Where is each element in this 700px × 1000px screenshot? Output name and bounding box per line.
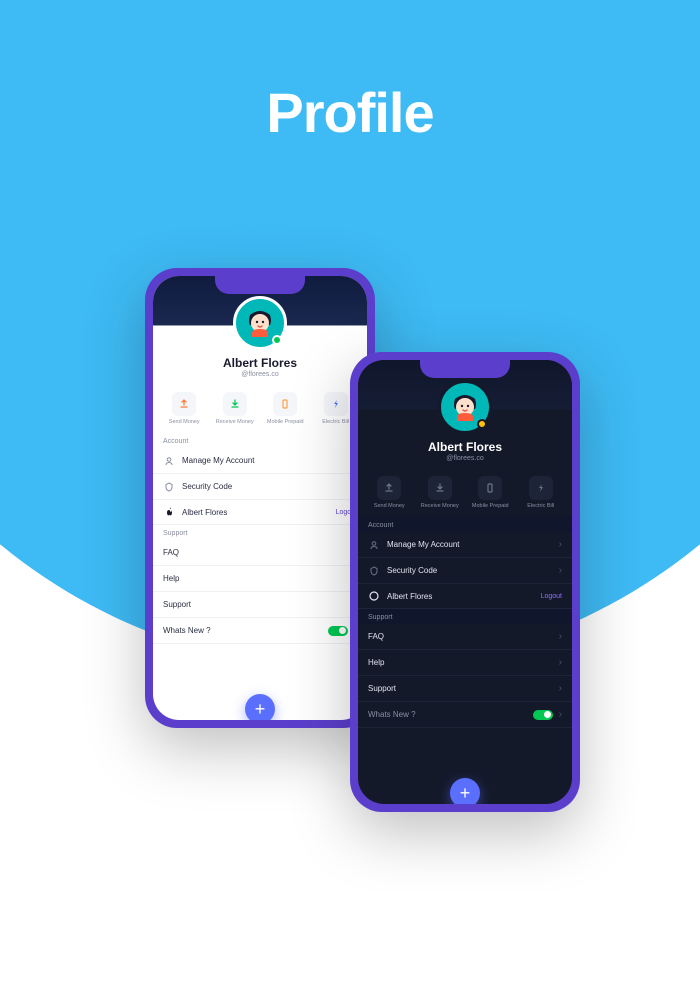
phone-notch: [215, 276, 305, 294]
user-name: Albert Flores: [358, 440, 572, 454]
avatar[interactable]: [233, 296, 287, 350]
electric-bill-button[interactable]: Electric Bill: [516, 476, 567, 509]
quick-actions: Send Money Receive Money Mobile Prepaid …: [153, 386, 367, 433]
page-title: Profile: [0, 80, 700, 145]
chevron-right-icon: ›: [559, 539, 562, 550]
support-row[interactable]: Support›: [153, 592, 367, 618]
section-account: Account: [153, 433, 367, 448]
download-icon: [434, 482, 446, 494]
avatar[interactable]: [438, 380, 492, 434]
upload-icon: [383, 482, 395, 494]
chevron-right-icon: ›: [559, 565, 562, 576]
upload-icon: [178, 398, 190, 410]
user-name: Albert Flores: [153, 356, 367, 370]
section-account: Account: [358, 517, 572, 532]
phone-notch: [420, 360, 510, 378]
chevron-right-icon: ›: [559, 709, 562, 720]
shield-icon: [368, 566, 380, 576]
apple-icon: [368, 591, 380, 601]
fab-add-button[interactable]: +: [245, 694, 275, 720]
apple-icon: [163, 507, 175, 517]
phone-mockup-light: Albert Flores @florees.co Send Money Rec…: [145, 268, 375, 728]
manage-account-row[interactable]: Manage My Account›: [153, 448, 367, 474]
fab-add-button[interactable]: +: [450, 778, 480, 804]
mobile-prepaid-button[interactable]: Mobile Prepaid: [260, 392, 311, 425]
support-row[interactable]: Support›: [358, 676, 572, 702]
apple-account-row[interactable]: Albert FloresLogout: [358, 584, 572, 609]
security-code-row[interactable]: Security Code›: [358, 558, 572, 584]
person-icon: [163, 456, 175, 466]
send-money-button[interactable]: Send Money: [364, 476, 415, 509]
help-row[interactable]: Help›: [358, 650, 572, 676]
status-indicator: [272, 335, 282, 345]
chevron-right-icon: ›: [559, 683, 562, 694]
user-handle: @florees.co: [358, 455, 572, 462]
download-icon: [229, 398, 241, 410]
whats-new-row[interactable]: Whats New ?›: [358, 702, 572, 728]
phone-mockup-dark: Albert Flores @florees.co Send Money Rec…: [350, 352, 580, 812]
user-handle: @florees.co: [153, 371, 367, 378]
chevron-right-icon: ›: [559, 657, 562, 668]
security-code-row[interactable]: Security Code›: [153, 474, 367, 500]
apple-account-row[interactable]: Albert FloresLogout: [153, 500, 367, 525]
whats-new-row[interactable]: Whats New ?›: [153, 618, 367, 644]
status-indicator: [477, 419, 487, 429]
toggle-switch[interactable]: [328, 626, 348, 636]
send-money-button[interactable]: Send Money: [159, 392, 210, 425]
toggle-switch[interactable]: [533, 710, 553, 720]
logout-link[interactable]: Logout: [541, 593, 562, 600]
bolt-icon: [535, 482, 547, 494]
faq-row[interactable]: FAQ›: [358, 624, 572, 650]
quick-actions: Send Money Receive Money Mobile Prepaid …: [358, 470, 572, 517]
chevron-right-icon: ›: [559, 631, 562, 642]
phone-icon: [484, 482, 496, 494]
receive-money-button[interactable]: Receive Money: [210, 392, 261, 425]
section-support: Support: [153, 525, 367, 540]
bolt-icon: [330, 398, 342, 410]
person-icon: [368, 540, 380, 550]
section-support: Support: [358, 609, 572, 624]
mobile-prepaid-button[interactable]: Mobile Prepaid: [465, 476, 516, 509]
phone-icon: [279, 398, 291, 410]
help-row[interactable]: Help›: [153, 566, 367, 592]
shield-icon: [163, 482, 175, 492]
faq-row[interactable]: FAQ›: [153, 540, 367, 566]
receive-money-button[interactable]: Receive Money: [415, 476, 466, 509]
manage-account-row[interactable]: Manage My Account›: [358, 532, 572, 558]
